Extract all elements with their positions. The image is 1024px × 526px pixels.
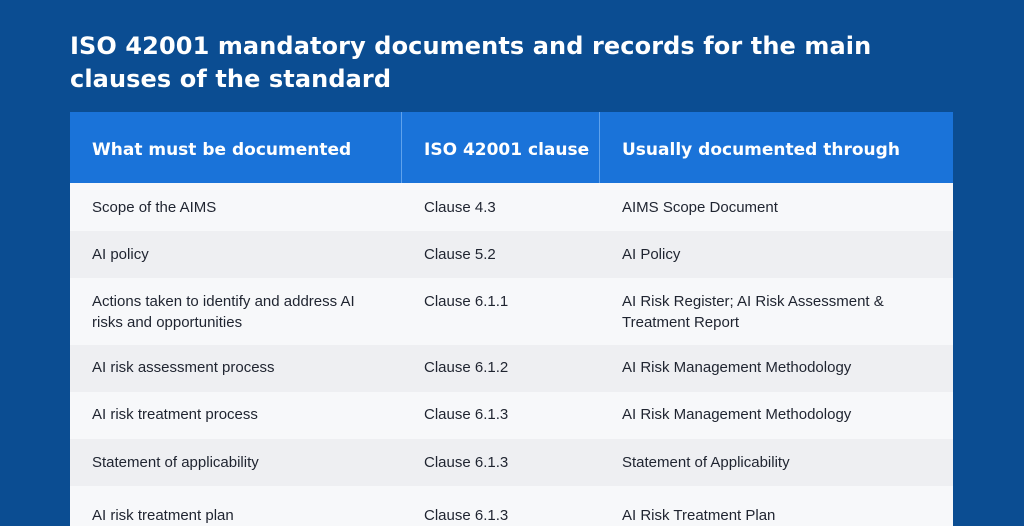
cell-clause: Clause 6.1.3	[424, 454, 509, 471]
table-row: AI risk assessment process Clause 6.1.2 …	[70, 345, 953, 392]
cell-through: AI Policy	[622, 246, 681, 263]
table-row: Actions taken to identify and address AI…	[70, 278, 953, 345]
cell-documented: Statement of applicability	[92, 454, 259, 471]
cell-clause: Clause 6.1.3	[424, 406, 509, 423]
cell-through: Statement of Applicability	[622, 454, 790, 471]
cell-clause: Clause 5.2	[424, 246, 496, 263]
cell-through: AI Risk Management Methodology	[622, 359, 852, 376]
table-row: AI risk treatment process Clause 6.1.3 A…	[70, 392, 953, 439]
cell-documented: Scope of the AIMS	[92, 199, 217, 216]
cell-documented: AI risk treatment plan	[92, 507, 234, 524]
cell-documented: AI policy	[92, 246, 149, 263]
column-header-documented: What must be documented	[70, 112, 402, 183]
page-title: ISO 42001 mandatory documents and record…	[70, 32, 872, 93]
cell-through: AI Risk Treatment Plan	[622, 507, 776, 524]
table-row: AI risk treatment plan Clause 6.1.3 AI R…	[70, 486, 953, 526]
cell-through: AI Risk Register; AI Risk Assessment & T…	[622, 293, 884, 331]
cell-through: AI Risk Management Methodology	[622, 406, 852, 423]
table-row: Scope of the AIMS Clause 4.3 AIMS Scope …	[70, 183, 953, 231]
cell-clause: Clause 6.1.3	[424, 507, 509, 524]
cell-documented: AI risk treatment process	[92, 406, 258, 423]
table-row: Statement of applicability Clause 6.1.3 …	[70, 439, 953, 486]
cell-through: AIMS Scope Document	[622, 199, 778, 216]
documents-table: What must be documented ISO 42001 clause…	[70, 112, 953, 526]
cell-clause: Clause 6.1.1	[424, 293, 509, 310]
cell-clause: Clause 6.1.2	[424, 359, 509, 376]
cell-clause: Clause 4.3	[424, 199, 496, 216]
column-header-through: Usually documented through	[622, 140, 900, 160]
table-header: What must be documented ISO 42001 clause…	[70, 112, 953, 183]
cell-documented: AI risk assessment process	[92, 359, 275, 376]
column-header-clause: ISO 42001 clause	[402, 112, 600, 183]
cell-documented: Actions taken to identify and address AI…	[92, 293, 355, 331]
table-row: AI policy Clause 5.2 AI Policy	[70, 231, 953, 278]
